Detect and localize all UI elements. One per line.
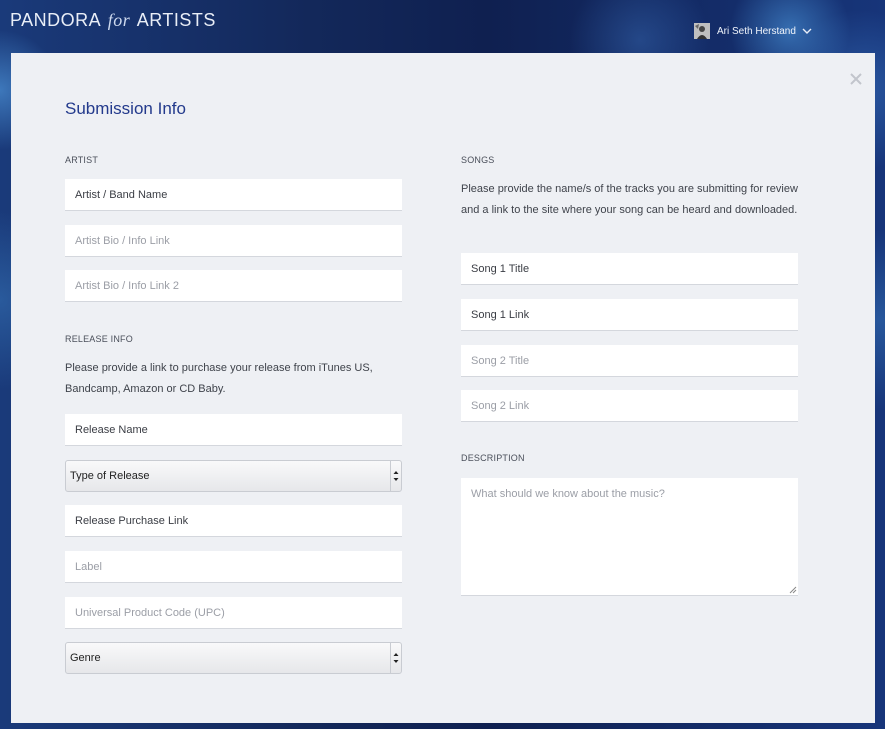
logo-for-text: for <box>107 10 131 30</box>
song-2-link-input[interactable] <box>461 390 798 422</box>
header-bar: PANDORA for ARTISTS Ari Seth Herstand <box>0 0 885 53</box>
artist-bio-link-input[interactable] <box>65 225 402 257</box>
release-type-select[interactable]: Type of Release <box>65 460 402 492</box>
genre-select-value: Genre <box>70 652 101 664</box>
description-field-wrapper <box>461 478 798 596</box>
release-section-label: RELEASE INFO <box>65 334 133 344</box>
artist-bio-link-2-input[interactable] <box>65 270 402 302</box>
chevron-down-icon[interactable] <box>802 26 812 36</box>
label-input[interactable] <box>65 551 402 583</box>
songs-section-label: SONGS <box>461 155 495 165</box>
artist-section-label: ARTIST <box>65 155 99 165</box>
submission-panel: Submission Info ARTIST RELEASE INFO Plea… <box>11 53 875 723</box>
avatar <box>694 23 710 39</box>
user-name: Ari Seth Herstand <box>717 25 796 37</box>
pandora-for-artists-logo[interactable]: PANDORA for ARTISTS <box>10 10 216 31</box>
song-2-title-input[interactable] <box>461 345 798 377</box>
description-section-label: DESCRIPTION <box>461 453 525 463</box>
close-icon[interactable] <box>850 73 862 85</box>
upc-input[interactable] <box>65 597 402 629</box>
song-1-title-input[interactable] <box>461 253 798 285</box>
genre-select[interactable]: Genre <box>65 642 402 674</box>
select-arrows-icon <box>390 461 399 491</box>
release-help-line-1: Please provide a link to purchase your r… <box>65 362 373 374</box>
description-textarea[interactable] <box>461 478 798 596</box>
songs-help-line-2: and a link to the site where your song c… <box>461 204 798 216</box>
logo-artists-text: ARTISTS <box>136 10 216 30</box>
release-name-input[interactable] <box>65 414 402 446</box>
resize-handle-icon[interactable] <box>789 586 797 594</box>
release-type-select-value: Type of Release <box>70 470 150 482</box>
release-purchase-link-input[interactable] <box>65 505 402 537</box>
select-arrows-icon <box>390 643 399 673</box>
logo-pandora-text: PANDORA <box>10 10 101 30</box>
page-title: Submission Info <box>65 99 186 118</box>
song-1-link-input[interactable] <box>461 299 798 331</box>
release-help-line-2: Bandcamp, Amazon or CD Baby. <box>65 383 226 395</box>
user-menu[interactable]: Ari Seth Herstand <box>694 22 812 40</box>
artist-band-name-input[interactable] <box>65 179 402 211</box>
songs-help-line-1: Please provide the name/s of the tracks … <box>461 183 798 195</box>
